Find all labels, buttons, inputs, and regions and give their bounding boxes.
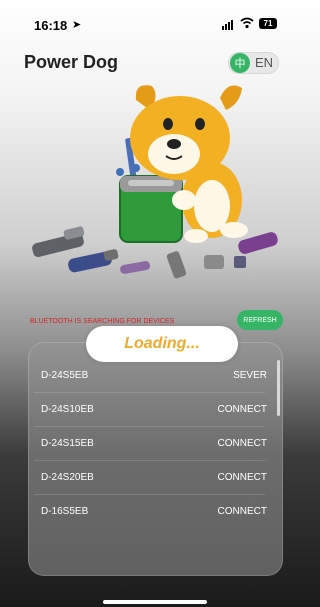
device-name: D-24S10EB xyxy=(41,404,94,415)
app-title: Power Dog xyxy=(24,52,119,72)
device-name: D-24S5EB xyxy=(41,370,89,381)
bluetooth-status-text: BLUETOOTH IS SEARCHING FOR DEVICES xyxy=(30,318,175,325)
home-indicator[interactable] xyxy=(103,600,207,604)
connect-button[interactable]: CONNECT xyxy=(218,472,267,483)
battery-level: 71 xyxy=(263,19,273,28)
device-row[interactable]: D-24S10EB CONNECT xyxy=(28,393,271,427)
device-name: D-24S15EB xyxy=(41,438,94,449)
location-arrow-icon: ➤ xyxy=(72,19,82,31)
lang-chinese-option[interactable]: 中 xyxy=(230,53,250,73)
battery-pack-illustration xyxy=(119,175,183,243)
mascot-illustration xyxy=(32,85,278,279)
language-toggle[interactable]: 中 EN xyxy=(228,52,279,74)
connect-button[interactable]: CONNECT xyxy=(218,404,267,415)
loading-text: Loading... xyxy=(124,335,200,352)
device-row[interactable]: D-24S15EB CONNECT xyxy=(28,427,271,461)
status-bar: 16:18 ➤ 71 xyxy=(0,0,289,40)
device-row[interactable]: D-16S5EB CONNECT xyxy=(28,495,271,529)
connect-button[interactable]: CONNECT xyxy=(218,438,267,449)
cellular-signal-icon xyxy=(222,20,233,30)
device-list-scrollbar[interactable] xyxy=(277,360,280,416)
loading-toast: Loading... xyxy=(86,326,238,362)
sever-button[interactable]: SEVER xyxy=(233,370,267,381)
connect-button[interactable]: CONNECT xyxy=(218,506,267,517)
device-row[interactable]: D-24S5EB SEVER xyxy=(28,359,271,393)
device-name: D-24S20EB xyxy=(41,472,94,483)
device-name: D-16S5EB xyxy=(41,506,89,517)
wifi-icon xyxy=(240,17,254,29)
device-row[interactable]: D-24S20EB CONNECT xyxy=(28,461,271,495)
battery-icon: 71 xyxy=(259,18,277,29)
status-time: 16:18 xyxy=(34,18,68,33)
lang-english-option[interactable]: EN xyxy=(255,55,273,70)
refresh-button[interactable]: REFRESH xyxy=(237,310,283,330)
device-list-panel: D-24S5EB SEVER D-24S10EB CONNECT D-24S15… xyxy=(28,342,283,576)
